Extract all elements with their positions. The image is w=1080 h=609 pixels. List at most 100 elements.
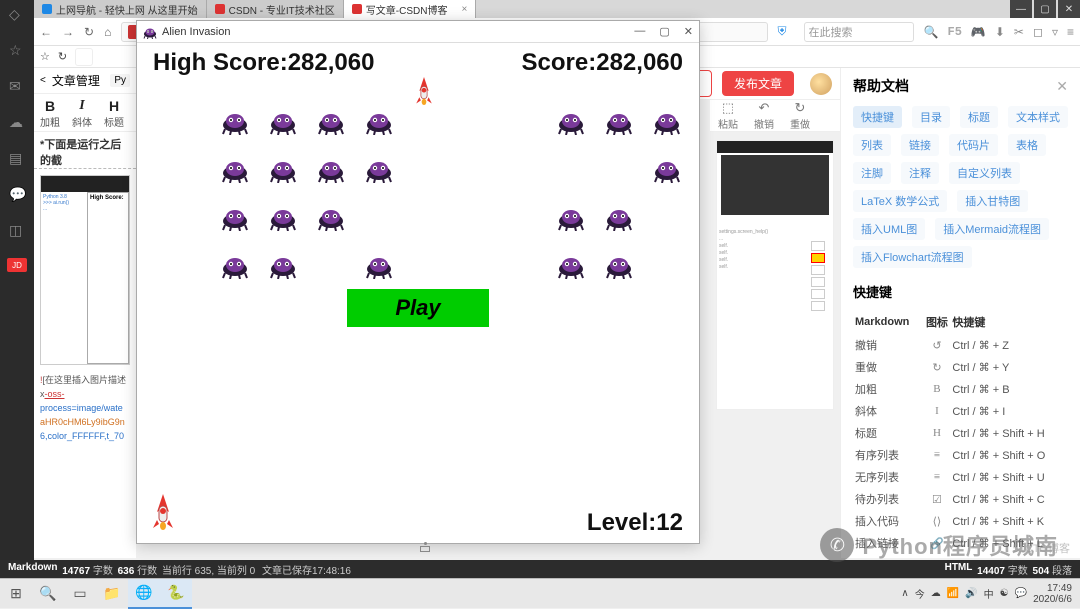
rail-chat-icon[interactable]: 💬: [9, 186, 25, 202]
rail-cloud-icon[interactable]: ☁: [9, 114, 25, 130]
rail-grid-icon[interactable]: ◫: [9, 222, 25, 238]
splitter-handle[interactable]: [415, 542, 435, 554]
search-task-icon[interactable]: 🔍: [32, 579, 64, 609]
help-tag[interactable]: 列表: [853, 134, 891, 156]
help-tag[interactable]: 链接: [901, 134, 939, 156]
help-tags: 快捷键目录标题文本样式列表链接代码片表格注脚注释自定义列表LaTeX 数学公式插…: [853, 106, 1068, 268]
tray-network-icon[interactable]: 📶: [947, 588, 959, 599]
search-hint[interactable]: Py: [110, 74, 130, 87]
download-icon[interactable]: ⬇: [995, 25, 1005, 39]
help-tag[interactable]: 目录: [912, 106, 950, 128]
help-tag[interactable]: 插入Mermaid流程图: [935, 218, 1049, 240]
tray-expand-icon[interactable]: ∧: [901, 588, 908, 599]
page-title: 文章管理: [52, 72, 100, 89]
help-tag[interactable]: 插入Flowchart流程图: [853, 246, 972, 268]
browser-tab-0[interactable]: 上网导航 - 轻快上网 从这里开始: [34, 0, 207, 18]
refresh-small-icon[interactable]: ↻: [58, 50, 67, 63]
cut-icon[interactable]: ✂: [1014, 25, 1024, 39]
alien-icon: [221, 203, 249, 231]
game-titlebar[interactable]: Alien Invasion — ▢ ✕: [137, 21, 699, 43]
help-tag[interactable]: 自定义列表: [949, 162, 1020, 184]
rail-doc-icon[interactable]: ▤: [9, 150, 25, 166]
table-row: 无序列表≡Ctrl / ⌘ + Shift + U: [855, 467, 1066, 487]
nav-home-icon[interactable]: ⌂: [104, 25, 111, 39]
alien-icon: [221, 155, 249, 183]
help-tag[interactable]: 标题: [960, 106, 998, 128]
play-button[interactable]: Play: [347, 289, 489, 327]
user-avatar[interactable]: [810, 73, 832, 95]
tray-weather-icon[interactable]: ☁: [931, 588, 941, 599]
editor-text-line[interactable]: *下面是运行之后的截: [34, 132, 136, 169]
redo-button[interactable]: ↻重做: [790, 100, 810, 131]
help-tag[interactable]: 表格: [1008, 134, 1046, 156]
italic-button[interactable]: I斜体: [72, 98, 92, 129]
browser-tab-1[interactable]: CSDN - 专业IT技术社区: [207, 0, 344, 18]
maximize-icon[interactable]: ▢: [1034, 0, 1056, 18]
python-task-icon[interactable]: 🐍: [160, 579, 192, 609]
alien-icon: [605, 107, 633, 135]
game-canvas[interactable]: High Score:282,060 Score:282,060 Play Le…: [137, 43, 699, 543]
heading-button[interactable]: H标题: [104, 98, 124, 129]
folder-icon[interactable]: 📁: [96, 579, 128, 609]
browser-task-icon[interactable]: 🌐: [128, 579, 160, 609]
high-score-label: High Score:282,060: [153, 49, 374, 77]
help-tag[interactable]: 代码片: [949, 134, 998, 156]
tray-settings-icon[interactable]: ☯: [1000, 588, 1009, 599]
nav-back-icon[interactable]: ←: [40, 25, 52, 39]
minimize-icon[interactable]: —: [1010, 0, 1032, 18]
table-row: 待办列表☑Ctrl / ⌘ + Shift + C: [855, 489, 1066, 509]
star-icon[interactable]: ▿: [1052, 25, 1058, 39]
tray-volume-icon[interactable]: 🔊: [965, 588, 977, 599]
nav-forward-icon[interactable]: →: [62, 25, 74, 39]
shortcut-table: Markdown 图标 快捷键 撤销↺Ctrl / ⌘ + Z重做↻Ctrl /…: [853, 309, 1068, 558]
start-button[interactable]: ⊞: [0, 579, 32, 609]
help-tag[interactable]: 注释: [901, 162, 939, 184]
toolbar-icons: 🔍 F5 🎮 ⬇ ✂ ◻ ▿ ≡: [924, 25, 1074, 39]
tray-action-icon[interactable]: 💬: [1015, 588, 1027, 599]
editor-code-lines[interactable]: ![![在这里插入图片描述在这里插入图片描述 x-oss- process=im…: [34, 371, 136, 445]
undo-button[interactable]: ↶撤销: [754, 100, 774, 131]
help-tag[interactable]: 快捷键: [853, 106, 902, 128]
table-row: 插入代码⟨⟩Ctrl / ⌘ + Shift + K: [855, 511, 1066, 531]
alien-icon: [605, 251, 633, 279]
nav-reload-icon[interactable]: ↻: [84, 25, 94, 39]
toolbar-shield-icon[interactable]: ⛨: [778, 24, 794, 40]
paste-button[interactable]: ⬚粘贴: [718, 100, 738, 131]
help-tag[interactable]: 插入UML图: [853, 218, 925, 240]
browser-tab-2[interactable]: 写文章-CSDN博客×: [344, 0, 477, 18]
table-row: 撤销↺Ctrl / ⌘ + Z: [855, 335, 1066, 355]
table-row: 加粗BCtrl / ⌘ + B: [855, 379, 1066, 399]
alien-icon: [221, 107, 249, 135]
f5-icon[interactable]: F5: [948, 25, 962, 39]
windows-taskbar: ⊞ 🔍 ▭ 📁 🌐 🐍 ∧ 今 ☁ 📶 🔊 中 ☯ 💬 17:49 2020/6…: [0, 578, 1080, 608]
gamepad-icon[interactable]: 🎮: [971, 25, 986, 39]
game-maximize-icon[interactable]: ▢: [659, 25, 669, 38]
task-view-icon[interactable]: ▭: [64, 579, 96, 609]
back-icon[interactable]: <: [40, 75, 46, 86]
rail-star-icon[interactable]: ☆: [9, 42, 25, 58]
tray-lang-icon[interactable]: 中: [984, 586, 994, 601]
bookmark-star-icon[interactable]: ☆: [40, 50, 50, 63]
alien-icon: [317, 107, 345, 135]
bold-button[interactable]: B加粗: [40, 98, 60, 129]
search-box[interactable]: 在此搜索: [804, 22, 914, 42]
rail-home-icon[interactable]: ◇: [9, 6, 25, 22]
tray-ime-icon[interactable]: 今: [915, 586, 925, 601]
menu-icon[interactable]: ≡: [1067, 25, 1074, 39]
help-tag[interactable]: 插入甘特图: [957, 190, 1028, 212]
search-icon[interactable]: 🔍: [924, 25, 939, 39]
help-tag[interactable]: 文本样式: [1008, 106, 1068, 128]
editor-undo-toolbar: ⬚粘贴 ↶撤销 ↻重做: [710, 100, 840, 132]
help-tag[interactable]: 注脚: [853, 162, 891, 184]
help-tag[interactable]: LaTeX 数学公式: [853, 190, 947, 212]
game-minimize-icon[interactable]: —: [634, 25, 645, 38]
game-app-icon: [143, 25, 157, 39]
rail-mail-icon[interactable]: ✉: [9, 78, 25, 94]
close-icon[interactable]: ✕: [1058, 0, 1080, 18]
game-close-icon[interactable]: ✕: [684, 25, 693, 38]
publish-button[interactable]: 发布文章: [722, 71, 794, 96]
close-help-icon[interactable]: ✕: [1056, 78, 1068, 95]
close-tab-icon[interactable]: ×: [461, 4, 467, 15]
rail-red-icon[interactable]: JD: [7, 258, 27, 272]
capture-icon[interactable]: ◻: [1033, 25, 1043, 39]
